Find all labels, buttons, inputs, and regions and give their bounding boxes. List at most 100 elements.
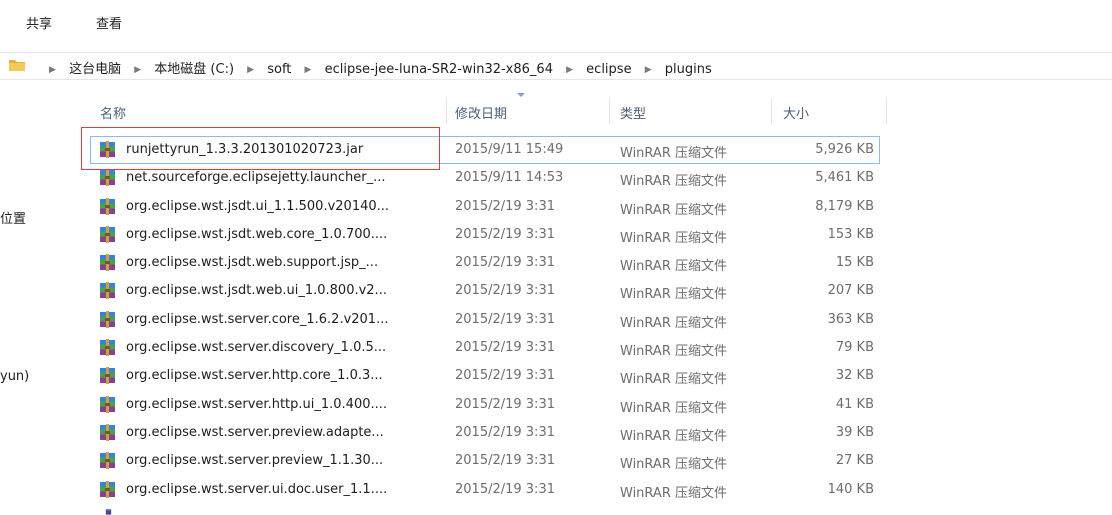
file-type: WinRAR 压缩文件 xyxy=(620,230,727,246)
file-name: org.eclipse.wst.server.core_1.6.2.v201..… xyxy=(126,311,389,327)
chevron-right-icon[interactable]: ▶ xyxy=(566,65,573,75)
file-date: 2015/2/19 3:31 xyxy=(455,368,555,384)
highlight-box xyxy=(81,127,440,170)
file-size: 79 KB xyxy=(835,340,874,356)
breadcrumb-item[interactable]: 这台电脑 xyxy=(69,62,121,77)
file-date: 2015/2/19 3:31 xyxy=(455,198,555,214)
winrar-archive-icon xyxy=(99,395,116,413)
file-name: org.eclipse.wst.server.preview_1.1.30... xyxy=(126,453,384,469)
file-name: org.eclipse.wst.jsdt.web.core_1.0.700...… xyxy=(126,226,388,242)
winrar-archive-icon xyxy=(99,480,116,498)
folder-icon xyxy=(9,60,25,71)
column-divider[interactable] xyxy=(446,98,447,124)
column-divider[interactable] xyxy=(771,98,772,124)
column-header-name[interactable]: 名称 xyxy=(100,103,126,122)
file-type: WinRAR 压缩文件 xyxy=(620,428,727,444)
file-date: 2015/9/11 15:49 xyxy=(455,142,564,157)
chevron-right-icon[interactable]: ▶ xyxy=(49,65,56,75)
breadcrumb-item[interactable]: 本地磁盘 (C:) xyxy=(154,62,234,77)
file-size: 5,461 KB xyxy=(815,170,874,186)
file-name: org.eclipse.wst.server.http.ui_1.0.400..… xyxy=(126,396,388,412)
winrar-archive-icon xyxy=(99,310,116,328)
file-name: org.eclipse.wst.jsdt.web.ui_1.0.800.v2..… xyxy=(126,283,387,299)
address-bar[interactable]: ▶ 这台电脑 ▶ 本地磁盘 (C:) ▶ soft ▶ eclipse-jee-… xyxy=(0,52,1112,80)
file-name: org.eclipse.wst.jsdt.web.support.jsp_... xyxy=(126,255,379,271)
sort-arrow-icon xyxy=(517,93,525,97)
file-size: 32 KB xyxy=(835,368,874,384)
winrar-archive-icon xyxy=(99,169,116,187)
nav-item-location[interactable]: 位置 xyxy=(0,208,26,227)
file-date: 2015/9/11 14:53 xyxy=(455,170,564,186)
file-size: 363 KB xyxy=(827,311,874,327)
file-name: org.eclipse.wst.jsdt.ui_1.1.500.v20140..… xyxy=(126,198,390,214)
breadcrumb-item[interactable]: eclipse xyxy=(586,62,631,77)
file-name: org.eclipse.wst.server.preview.adapte... xyxy=(126,424,384,440)
file-row[interactable]: org.eclipse.wst.server.preview_1.1.30...… xyxy=(90,447,880,475)
file-size: 15 KB xyxy=(835,255,874,271)
winrar-archive-icon xyxy=(105,509,112,515)
tab-share[interactable]: 共享 xyxy=(26,13,52,32)
breadcrumb: ▶ 这台电脑 ▶ 本地磁盘 (C:) ▶ soft ▶ eclipse-jee-… xyxy=(40,58,712,77)
file-date: 2015/2/19 3:31 xyxy=(455,424,555,440)
file-row[interactable]: org.eclipse.wst.jsdt.ui_1.1.500.v20140..… xyxy=(90,193,880,221)
breadcrumb-item[interactable]: eclipse-jee-luna-SR2-win32-x86_64 xyxy=(325,62,553,77)
file-size: 41 KB xyxy=(835,396,874,412)
file-size: 27 KB xyxy=(835,453,874,469)
tab-view[interactable]: 查看 xyxy=(96,13,122,32)
winrar-archive-icon xyxy=(99,225,116,243)
chevron-right-icon[interactable]: ▶ xyxy=(134,65,141,75)
file-date: 2015/2/19 3:31 xyxy=(455,396,555,412)
nav-item-truncated[interactable]: yun) xyxy=(0,369,29,384)
column-divider[interactable] xyxy=(886,98,887,124)
file-type: WinRAR 压缩文件 xyxy=(620,315,727,331)
file-row[interactable]: org.eclipse.wst.server.ui.doc.user_1.1..… xyxy=(90,476,880,504)
file-size: 140 KB xyxy=(827,481,874,497)
file-type: WinRAR 压缩文件 xyxy=(620,485,727,501)
file-date: 2015/2/19 3:31 xyxy=(455,311,555,327)
file-row[interactable]: org.eclipse.wst.server.preview.adapte...… xyxy=(90,419,880,447)
file-size: 39 KB xyxy=(835,424,874,440)
chevron-right-icon[interactable]: ▶ xyxy=(305,65,312,75)
file-row[interactable]: org.eclipse.wst.server.core_1.6.2.v201..… xyxy=(90,306,880,334)
column-header-type[interactable]: 类型 xyxy=(620,103,646,122)
file-name: org.eclipse.wst.server.ui.doc.user_1.1..… xyxy=(126,481,388,497)
file-row[interactable]: org.eclipse.wst.server.discovery_1.0.5..… xyxy=(90,334,880,362)
ribbon: 共享 查看 xyxy=(0,0,1112,44)
file-name: org.eclipse.wst.server.http.core_1.0.3..… xyxy=(126,368,383,384)
file-date: 2015/2/19 3:31 xyxy=(455,283,555,299)
file-row[interactable]: org.eclipse.wst.server.http.core_1.0.3..… xyxy=(90,362,880,390)
file-size: 8,179 KB xyxy=(815,198,874,214)
file-size: 207 KB xyxy=(827,283,874,299)
breadcrumb-item[interactable]: soft xyxy=(267,62,291,77)
file-date: 2015/2/19 3:31 xyxy=(455,226,555,242)
winrar-archive-icon xyxy=(99,367,116,385)
winrar-archive-icon xyxy=(99,452,116,470)
file-size: 153 KB xyxy=(827,226,874,242)
chevron-right-icon[interactable]: ▶ xyxy=(645,65,652,75)
winrar-archive-icon xyxy=(99,197,116,215)
file-type: WinRAR 压缩文件 xyxy=(620,287,727,303)
file-type: WinRAR 压缩文件 xyxy=(620,146,727,161)
winrar-archive-icon xyxy=(99,282,116,300)
file-type: WinRAR 压缩文件 xyxy=(620,372,727,388)
file-row[interactable]: org.eclipse.wst.jsdt.web.ui_1.0.800.v2..… xyxy=(90,277,880,305)
chevron-right-icon[interactable]: ▶ xyxy=(247,65,254,75)
file-row[interactable]: org.eclipse.wst.jsdt.web.support.jsp_...… xyxy=(90,249,880,277)
column-header-date[interactable]: 修改日期 xyxy=(455,103,507,122)
column-divider[interactable] xyxy=(609,98,610,124)
column-header-size[interactable]: 大小 xyxy=(783,103,809,122)
winrar-archive-icon xyxy=(99,339,116,357)
file-name: net.sourceforge.eclipsejetty.launcher_..… xyxy=(126,170,386,186)
file-date: 2015/2/19 3:31 xyxy=(455,255,555,271)
file-type: WinRAR 压缩文件 xyxy=(620,344,727,360)
file-row[interactable]: org.eclipse.wst.jsdt.web.core_1.0.700...… xyxy=(90,221,880,249)
breadcrumb-item[interactable]: plugins xyxy=(665,62,712,77)
winrar-archive-icon xyxy=(99,423,116,441)
winrar-archive-icon xyxy=(99,254,116,272)
file-list: runjettyrun_1.3.3.201301020723.jar 2015/9… xyxy=(90,136,880,504)
column-header-row: 名称 修改日期 类型 大小 xyxy=(89,98,889,126)
file-name: org.eclipse.wst.server.discovery_1.0.5..… xyxy=(126,340,387,356)
file-date: 2015/2/19 3:31 xyxy=(455,481,555,497)
file-date: 2015/2/19 3:31 xyxy=(455,453,555,469)
file-row[interactable]: org.eclipse.wst.server.http.ui_1.0.400..… xyxy=(90,391,880,419)
